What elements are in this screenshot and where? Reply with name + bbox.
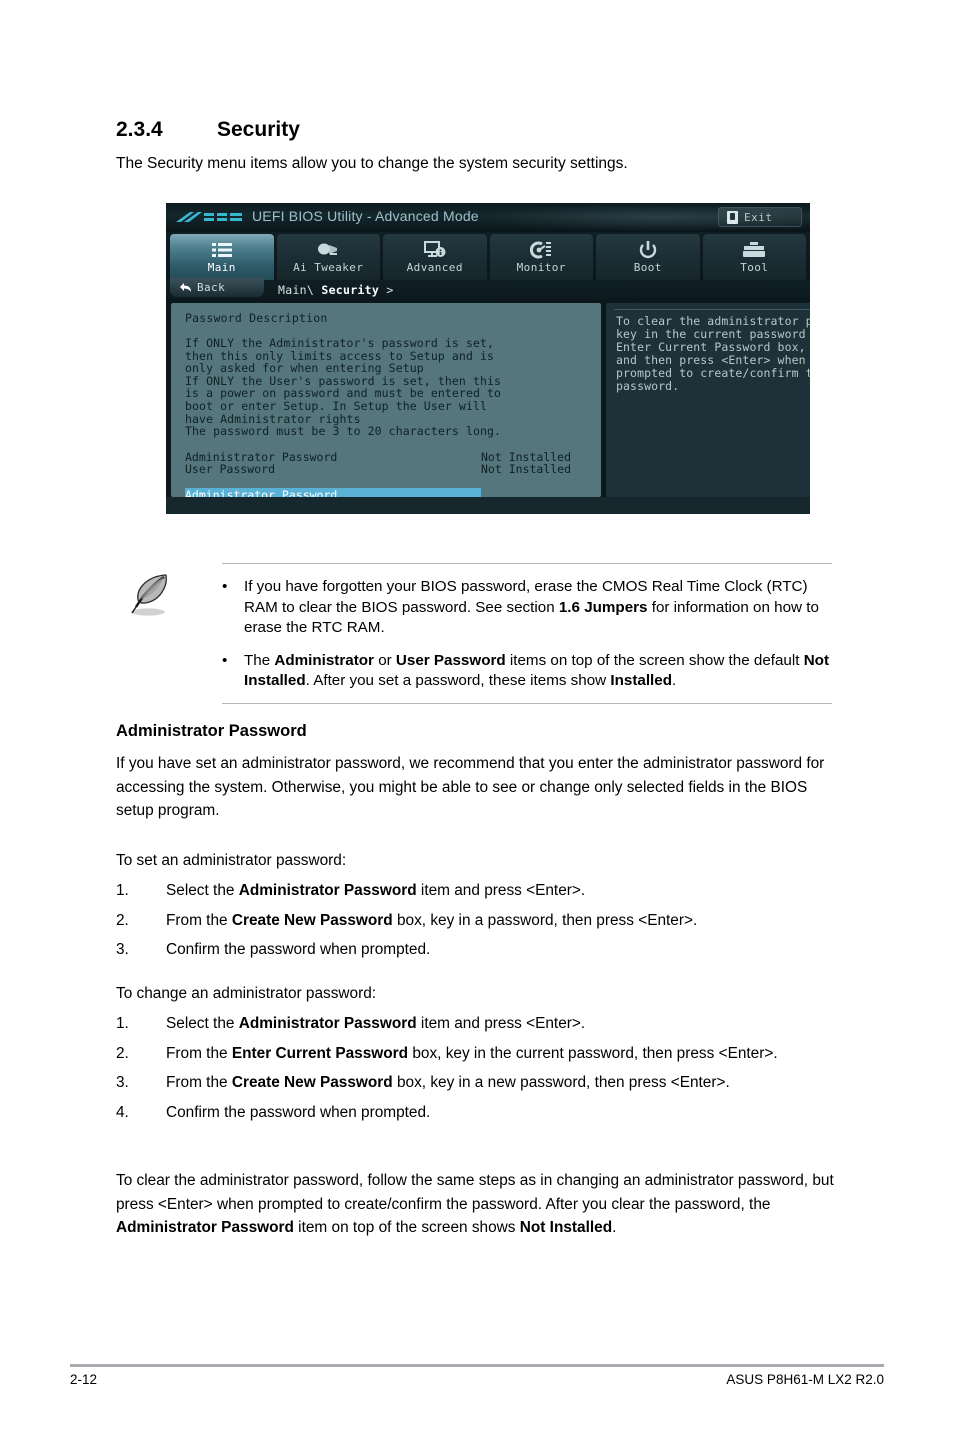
step-number: 3. xyxy=(116,941,129,958)
change-password-steps: 1. Select the Administrator Password ite… xyxy=(116,1012,846,1130)
admin-password-heading: Administrator Password xyxy=(116,722,307,740)
list-item: 3. Confirm the password when prompted. xyxy=(116,938,846,962)
step-number: 1. xyxy=(116,882,129,899)
tab-label: Ai Tweaker xyxy=(293,261,364,274)
tab-tool[interactable]: Tool xyxy=(702,234,806,280)
footer-page-number: 2-12 xyxy=(70,1372,98,1387)
list-item: 2. From the Create New Password box, key… xyxy=(116,909,846,933)
bullet-text: If you have forgotten your BIOS password… xyxy=(244,578,819,636)
step-text: Select the Administrator Password item a… xyxy=(166,1015,586,1032)
set-password-steps: 1. Select the Administrator Password ite… xyxy=(116,879,846,968)
section-number: 2.3.4 xyxy=(116,118,163,141)
note-callout: • If you have forgotten your BIOS passwo… xyxy=(116,563,832,704)
exit-button[interactable]: Exit xyxy=(718,207,802,227)
list-item: 4. Confirm the password when prompted. xyxy=(116,1101,846,1125)
tab-label: Tool xyxy=(740,261,769,274)
list-icon xyxy=(211,240,232,259)
step-text: Confirm the password when prompted. xyxy=(166,941,431,958)
step-number: 4. xyxy=(116,1103,129,1121)
footer-divider xyxy=(70,1364,884,1367)
toolbox-icon xyxy=(743,240,766,259)
tab-label: Advanced xyxy=(406,261,463,274)
password-menu-list: Administrator Password User Password xyxy=(185,487,587,497)
set-password-lead: To set an administrator password: xyxy=(116,852,347,869)
step-number: 2. xyxy=(116,1044,129,1062)
list-item: 3. From the Create New Password box, key… xyxy=(116,1071,846,1095)
admin-password-paragraph: If you have set an administrator passwor… xyxy=(116,755,825,819)
breadcrumb-prefix: Main\ xyxy=(278,282,322,297)
breadcrumb: Main\ Security > xyxy=(278,283,394,297)
tab-advanced[interactable]: Advanced xyxy=(383,234,487,280)
bios-settings-pane: Password Description If ONLY the Adminis… xyxy=(171,303,601,497)
list-item: 1. Select the Administrator Password ite… xyxy=(116,1012,846,1036)
list-item: 1. Select the Administrator Password ite… xyxy=(116,879,846,903)
document-page: 2.3.4 Security The Security menu items a… xyxy=(0,0,954,1438)
bios-screenshot: UEFI BIOS Utility - Advanced Mode Exit M… xyxy=(166,203,810,514)
tab-boot[interactable]: Boot xyxy=(596,234,700,280)
section-title: Security xyxy=(217,118,300,141)
bullet-marker: • xyxy=(222,651,228,669)
password-status-list: Administrator Password Not Installed Use… xyxy=(185,451,587,476)
section-intro: The Security menu items allow you to cha… xyxy=(116,155,628,172)
breadcrumb-suffix: > xyxy=(379,282,394,297)
bios-breadcrumb-bar: Back Main\ Security > xyxy=(166,278,810,299)
footer-product-name: ASUS P8H61-M LX2 R2.0 xyxy=(726,1372,884,1387)
bios-title-bar: UEFI BIOS Utility - Advanced Mode Exit xyxy=(166,203,810,232)
password-description-title: Password Description xyxy=(185,311,328,325)
tab-main[interactable]: Main xyxy=(170,234,274,280)
tab-monitor[interactable]: Monitor xyxy=(489,234,593,280)
back-arrow-icon xyxy=(180,283,191,292)
page-title: 2.3.4 Security xyxy=(116,118,836,142)
tab-label: Main xyxy=(207,261,236,274)
back-button-label: Back xyxy=(197,281,226,294)
status-value: Not Installed xyxy=(481,462,572,477)
bullet-marker: • xyxy=(222,578,228,595)
step-text: Confirm the password when prompted. xyxy=(166,1103,431,1121)
bios-content-area: Password Description If ONLY the Adminis… xyxy=(166,299,810,497)
tab-ai-tweaker[interactable]: Ai Tweaker xyxy=(276,234,380,280)
breadcrumb-current: Security xyxy=(321,282,380,297)
menu-item-administrator-password[interactable]: Administrator Password xyxy=(185,487,481,497)
list-item: 2. From the Enter Current Password box, … xyxy=(116,1042,846,1066)
bios-utility-title: UEFI BIOS Utility - Advanced Mode xyxy=(252,208,479,224)
change-password-lead: To change an administrator password: xyxy=(116,985,377,1002)
step-text: From the Create New Password box, key in… xyxy=(166,911,698,929)
back-button[interactable]: Back xyxy=(170,278,264,297)
exit-icon xyxy=(727,210,738,224)
note-bullets: • If you have forgotten your BIOS passwo… xyxy=(222,564,832,703)
gauge-icon xyxy=(530,240,552,259)
step-text: Select the Administrator Password item a… xyxy=(166,882,586,899)
power-icon xyxy=(639,240,657,259)
note-bottom-divider xyxy=(222,702,832,704)
bios-help-pane: To clear the administrator password, key… xyxy=(606,303,810,497)
help-text: To clear the administrator password, key… xyxy=(616,314,810,393)
step-text: From the Enter Current Password box, key… xyxy=(166,1044,778,1062)
exit-button-label: Exit xyxy=(744,210,773,224)
step-number: 3. xyxy=(116,1074,129,1091)
status-row: User Password Not Installed xyxy=(185,463,587,476)
bullet-text: The Administrator or User Password items… xyxy=(244,651,830,690)
step-number: 1. xyxy=(116,1015,129,1032)
clear-password-paragraph: To clear the administrator password, fol… xyxy=(116,1172,834,1236)
step-text: From the Create New Password box, key in… xyxy=(166,1074,730,1091)
status-label: User Password xyxy=(185,462,276,477)
bios-tab-bar: Main Ai Tweaker Advanced Monitor Boot To… xyxy=(166,232,810,280)
quill-note-icon xyxy=(116,564,222,703)
tweak-icon xyxy=(317,240,339,259)
tab-label: Boot xyxy=(633,261,662,274)
step-number: 2. xyxy=(116,911,129,929)
monitor-info-icon xyxy=(423,240,446,259)
tab-label: Monitor xyxy=(516,261,566,274)
note-bullet: • If you have forgotten your BIOS passwo… xyxy=(222,577,832,639)
note-bullet: • The Administrator or User Password ite… xyxy=(222,651,832,692)
asus-logo-icon xyxy=(176,209,244,226)
password-description-text: If ONLY the Administrator's password is … xyxy=(185,336,502,439)
